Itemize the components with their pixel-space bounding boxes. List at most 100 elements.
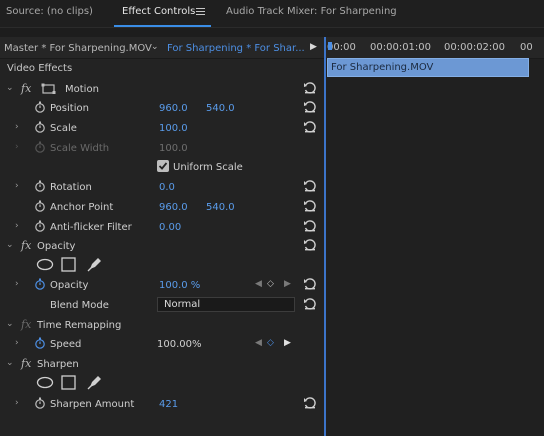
chevron-right-icon[interactable]: › <box>15 398 19 408</box>
chevron-right-icon[interactable]: › <box>15 122 19 132</box>
transform-icon[interactable] <box>41 83 57 95</box>
anchor-x-value[interactable]: 960.0 <box>159 202 188 213</box>
property-rotation: › Rotation 0.0 <box>0 177 325 197</box>
time-ruler[interactable]: 00:00 00:00:01:00 00:00:02:00 00 <box>326 37 544 59</box>
property-scale: › Scale 100.0 <box>0 118 325 138</box>
add-keyframe-icon[interactable]: ◇ <box>267 338 274 348</box>
tab-effect-controls[interactable]: Effect Controls <box>122 6 195 17</box>
next-keyframe-icon[interactable]: ▶ <box>284 338 291 348</box>
ellipse-mask-icon[interactable] <box>36 376 54 389</box>
property-label: Scale Width <box>50 143 110 154</box>
property-label: Anti-flicker Filter <box>50 222 132 233</box>
property-label: Rotation <box>50 182 92 193</box>
timecode-tick: 00:00:01:00 <box>370 42 432 53</box>
timeline-clip[interactable]: For Sharpening.MOV <box>327 58 529 77</box>
tab-audio-track-mixer[interactable]: Audio Track Mixer: For Sharpening <box>226 6 397 17</box>
stopwatch-icon[interactable] <box>34 200 46 212</box>
reset-icon[interactable] <box>303 277 317 291</box>
section-video-effects: Video Effects <box>7 63 73 74</box>
stopwatch-icon[interactable] <box>34 337 46 349</box>
rotation-value[interactable]: 0.0 <box>159 182 175 193</box>
reset-icon[interactable] <box>303 396 317 410</box>
effect-time-remapping[interactable]: ⌄ fx Time Remapping <box>0 315 325 335</box>
effect-sharpen[interactable]: ⌄ fx Sharpen <box>0 354 325 374</box>
panel-menu-icon[interactable] <box>196 8 205 16</box>
reset-icon[interactable] <box>303 120 317 134</box>
master-clip-label[interactable]: Master * For Sharpening.MOV <box>4 43 152 54</box>
property-anti-flicker: › Anti-flicker Filter 0.00 <box>0 217 325 237</box>
stopwatch-icon[interactable] <box>34 121 46 133</box>
property-label: Position <box>50 103 89 114</box>
reset-icon[interactable] <box>303 100 317 114</box>
chevron-down-icon[interactable]: ⌄ <box>151 42 159 52</box>
position-x-value[interactable]: 960.0 <box>159 103 188 114</box>
blend-mode-dropdown[interactable]: Normal <box>157 297 295 312</box>
prev-keyframe-icon[interactable]: ◀ <box>255 279 262 289</box>
effect-name: Motion <box>65 84 99 95</box>
fx-icon[interactable]: fx <box>21 357 31 370</box>
anchor-y-value[interactable]: 540.0 <box>206 202 235 213</box>
playhead-marker[interactable] <box>328 42 332 50</box>
uniform-scale-label[interactable]: Uniform Scale <box>173 162 243 173</box>
prev-keyframe-icon[interactable]: ◀ <box>255 338 262 348</box>
add-keyframe-icon[interactable]: ◇ <box>267 279 274 289</box>
chevron-down-icon[interactable]: ⌄ <box>6 319 14 329</box>
reset-icon[interactable] <box>303 179 317 193</box>
property-speed: › Speed 100.00% ◀ ◇ ▶ <box>0 334 325 354</box>
property-label: Opacity <box>50 280 89 291</box>
stopwatch-icon <box>35 141 45 153</box>
chevron-right-icon[interactable]: › <box>15 221 19 231</box>
reset-icon[interactable] <box>303 219 317 233</box>
opacity-value[interactable]: 100.0 % <box>159 280 200 291</box>
effect-motion[interactable]: ⌄ fx Motion <box>0 79 325 99</box>
fx-icon[interactable]: fx <box>21 239 31 252</box>
stopwatch-icon[interactable] <box>34 180 46 192</box>
reset-icon[interactable] <box>303 297 317 311</box>
chevron-down-icon[interactable]: ⌄ <box>6 240 14 250</box>
property-uniform-scale: Uniform Scale <box>0 157 325 177</box>
property-sharpen-amount: › Sharpen Amount 421 <box>0 394 325 414</box>
chevron-down-icon[interactable]: ⌄ <box>6 358 14 368</box>
sequence-clip-label[interactable]: For Sharpening * For Shar... <box>167 43 305 54</box>
property-scale-width: › Scale Width 100.0 <box>0 138 325 158</box>
chevron-right-icon[interactable]: › <box>15 181 19 191</box>
stopwatch-icon[interactable] <box>34 101 46 113</box>
stopwatch-icon[interactable] <box>34 397 46 409</box>
property-anchor-point: Anchor Point 960.0 540.0 <box>0 197 325 217</box>
property-label: Scale <box>50 123 77 134</box>
reset-icon[interactable] <box>303 199 317 213</box>
effect-name: Opacity <box>37 241 76 252</box>
rectangle-mask-icon[interactable] <box>61 375 76 390</box>
mask-tools-sharpen <box>0 373 325 393</box>
ellipse-mask-icon[interactable] <box>36 258 54 271</box>
effect-name: Sharpen <box>37 359 79 370</box>
position-y-value[interactable]: 540.0 <box>206 103 235 114</box>
speed-value[interactable]: 100.00% <box>157 339 202 350</box>
rectangle-mask-icon[interactable] <box>61 257 76 272</box>
property-position: Position 960.0 540.0 <box>0 98 325 118</box>
play-icon[interactable]: ▶ <box>310 42 317 52</box>
reset-icon[interactable] <box>303 238 317 252</box>
fx-icon: fx <box>21 318 32 331</box>
pen-mask-icon[interactable] <box>87 374 103 390</box>
effect-opacity[interactable]: ⌄ fx Opacity <box>0 236 325 256</box>
next-keyframe-icon[interactable]: ▶ <box>284 279 291 289</box>
chevron-right-icon[interactable]: › <box>15 338 19 348</box>
anti-flicker-value[interactable]: 0.00 <box>159 222 181 233</box>
tab-source[interactable]: Source: (no clips) <box>6 6 93 17</box>
scale-width-value: 100.0 <box>159 143 188 154</box>
property-label: Anchor Point <box>50 202 114 213</box>
fx-icon[interactable]: fx <box>21 82 31 95</box>
property-label: Sharpen Amount <box>50 399 135 410</box>
timecode-tick: 00:00:02:00 <box>444 42 506 53</box>
reset-icon[interactable] <box>303 81 317 95</box>
pen-mask-icon[interactable] <box>87 256 103 272</box>
stopwatch-icon[interactable] <box>34 278 46 290</box>
timecode-tick: 00 <box>520 42 533 53</box>
stopwatch-icon[interactable] <box>34 220 46 232</box>
scale-value[interactable]: 100.0 <box>159 123 188 134</box>
chevron-right-icon[interactable]: › <box>15 279 19 289</box>
active-tab-indicator <box>114 25 211 27</box>
sharpen-amount-value[interactable]: 421 <box>159 399 178 410</box>
chevron-down-icon[interactable]: ⌄ <box>6 83 14 93</box>
